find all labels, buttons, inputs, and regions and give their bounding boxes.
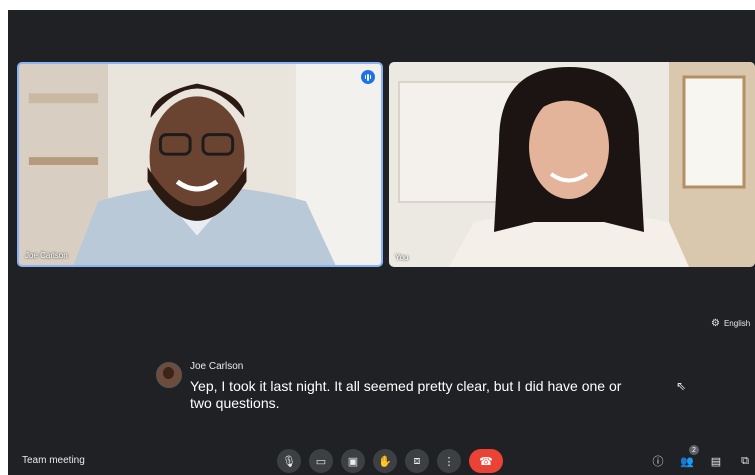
end-call-icon: ☎ <box>479 455 493 468</box>
caption-language-label: English <box>723 319 751 328</box>
call-controls: 🎙 ▭ ▣ ✋ ⧈ ⋮ ☎ <box>277 449 503 473</box>
raise-hand-icon: ✋ <box>378 455 392 468</box>
captions-icon: ▣ <box>347 455 359 468</box>
people-icon: 👥 <box>680 455 694 468</box>
mic-button[interactable]: 🎙 <box>277 449 301 473</box>
camera-icon: ▭ <box>315 455 327 468</box>
people-count-badge: 2 <box>689 445 699 455</box>
activities-icon: ⧉ <box>741 454 749 467</box>
participant-video-joe <box>19 64 381 265</box>
raise-hand-button[interactable]: ✋ <box>373 449 397 473</box>
participant-name: You <box>395 253 409 262</box>
participant-tile-you[interactable]: You <box>389 62 755 267</box>
mouse-cursor-icon: ⇖ <box>676 379 687 393</box>
present-icon: ⧈ <box>413 454 421 467</box>
caption-language-selector[interactable]: ⚙ English <box>711 318 750 329</box>
people-button[interactable]: 👥 2 <box>679 445 699 471</box>
side-panel-buttons: ⓘ 👥 2 ▤ ⧉ <box>650 445 753 471</box>
info-button[interactable]: ⓘ <box>650 451 666 471</box>
meeting-title: Team meeting <box>22 455 85 466</box>
caption-speaker: Joe Carlson <box>190 361 244 372</box>
participant-tile-joe[interactable]: Joe Carlson <box>17 62 383 267</box>
avatar <box>156 362 182 388</box>
gear-icon: ⚙ <box>711 318 720 329</box>
end-call-button[interactable]: ☎ <box>469 449 503 473</box>
mic-icon: 🎙 <box>282 455 296 468</box>
info-icon: ⓘ <box>652 456 664 468</box>
activities-button[interactable]: ⧉ <box>737 451 753 471</box>
more-options-button[interactable]: ⋮ <box>437 449 461 473</box>
camera-button[interactable]: ▭ <box>309 449 333 473</box>
captions-button[interactable]: ▣ <box>341 449 365 473</box>
participant-name: Joe Carlson <box>25 251 68 260</box>
present-button[interactable]: ⧈ <box>405 449 429 473</box>
meeting-window: Joe Carlson You ⚙ English Joe Carlson Ye… <box>8 10 755 475</box>
chat-icon: ▤ <box>710 455 722 468</box>
chat-button[interactable]: ▤ <box>708 451 724 471</box>
caption-text: Yep, I took it last night. It all seemed… <box>190 378 622 411</box>
speaking-indicator-icon <box>361 70 375 84</box>
more-options-icon: ⋮ <box>443 455 455 468</box>
participant-video-you <box>389 62 755 267</box>
